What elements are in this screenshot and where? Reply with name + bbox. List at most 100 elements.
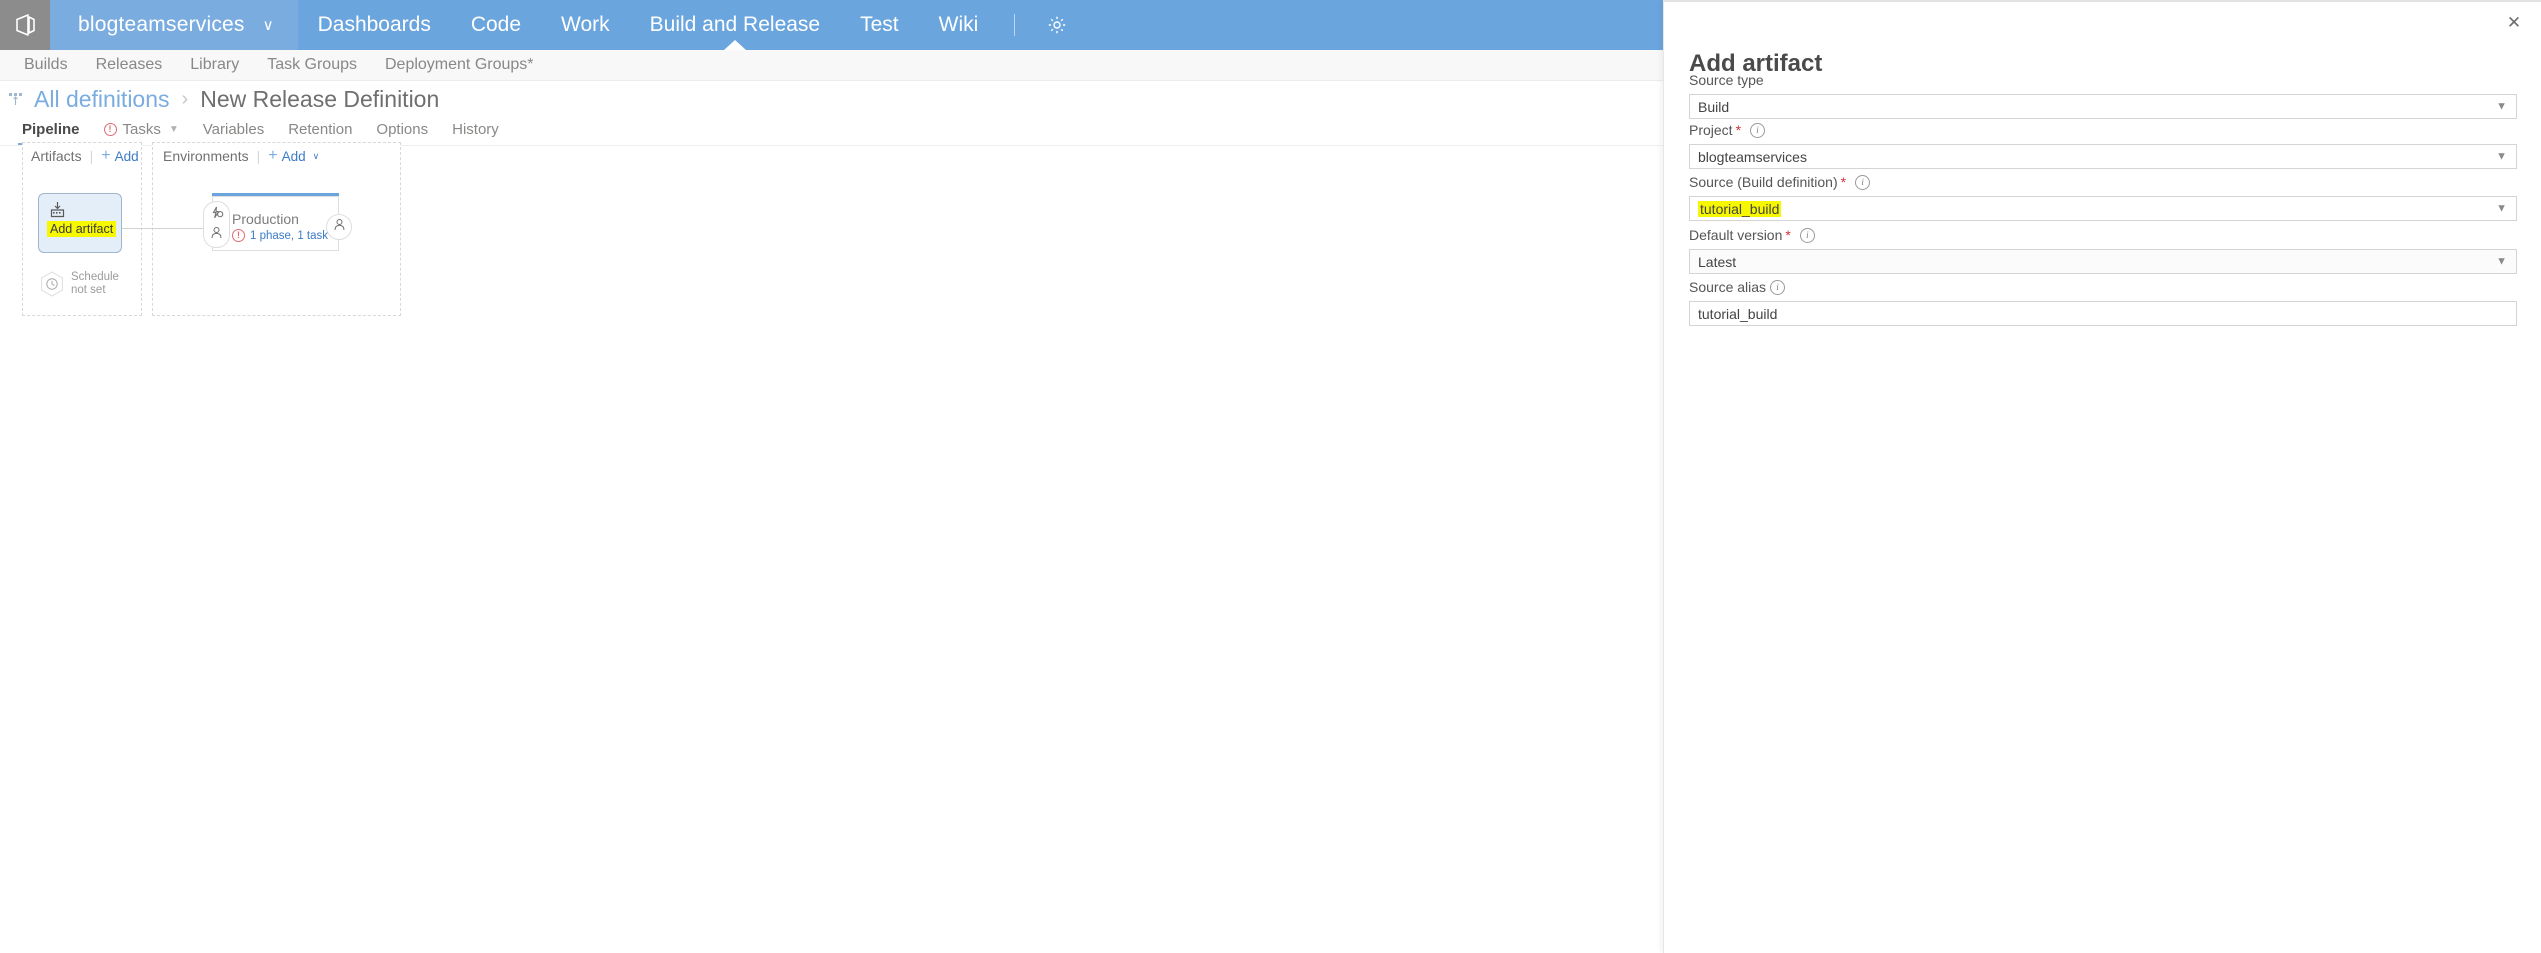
primary-nav: Dashboards Code Work Build and Release T…	[298, 0, 999, 50]
tab-pipeline-label: Pipeline	[22, 121, 80, 138]
nav-item-work[interactable]: Work	[541, 0, 630, 50]
plus-icon[interactable]: +	[101, 148, 110, 164]
nav-item-build-and-release[interactable]: Build and Release	[630, 0, 840, 50]
info-icon[interactable]: i	[1770, 279, 1786, 295]
environment-status-text: 1 phase, 1 task	[250, 229, 328, 242]
tab-history[interactable]: History	[440, 121, 511, 145]
field-source-alias: Source alias i tutorial_build	[1689, 279, 2517, 326]
info-icon[interactable]: i	[1750, 122, 1766, 138]
nav-item-dashboards[interactable]: Dashboards	[298, 0, 451, 50]
environment-status[interactable]: ! 1 phase, 1 task	[232, 229, 328, 242]
environments-divider: |	[256, 148, 261, 164]
source-build-definition-select[interactable]: tutorial_build ▼	[1689, 196, 2517, 221]
source-build-definition-label-text: Source (Build definition)	[1689, 174, 1838, 190]
environments-add-link[interactable]: Add	[282, 149, 306, 164]
required-asterisk: *	[1735, 122, 1742, 138]
chevron-down-icon: ▼	[2496, 202, 2507, 214]
add-artifact-card[interactable]: Add artifact	[38, 193, 122, 253]
subnav-item-deployment-groups[interactable]: Deployment Groups*	[371, 56, 548, 74]
artifacts-title: Artifacts	[31, 148, 82, 164]
chevron-down-icon: ▼	[2496, 255, 2507, 267]
add-artifact-icon	[49, 201, 66, 223]
subnav-item-builds[interactable]: Builds	[10, 56, 82, 74]
project-value: blogteamservices	[1698, 148, 1807, 165]
default-version-select[interactable]: Latest ▼	[1689, 249, 2517, 274]
info-icon[interactable]: i	[1855, 174, 1871, 190]
nav-item-test[interactable]: Test	[840, 0, 919, 50]
schedule-trigger[interactable]: Schedule not set	[40, 271, 119, 297]
required-asterisk: *	[1840, 174, 1847, 190]
tab-history-label: History	[452, 121, 499, 138]
subnav-item-task-groups[interactable]: Task Groups	[253, 56, 371, 74]
environments-title: Environments	[163, 148, 249, 164]
schedule-line2: not set	[71, 284, 106, 296]
warning-icon: !	[232, 229, 245, 242]
page-title: New Release Definition	[200, 85, 440, 112]
source-type-value: Build	[1698, 98, 1730, 115]
panel-top-divider	[1664, 0, 2541, 2]
add-artifact-label: Add artifact	[47, 221, 117, 237]
close-icon[interactable]: ✕	[2501, 9, 2527, 35]
subnav-item-releases[interactable]: Releases	[82, 56, 177, 74]
subnav-item-library[interactable]: Library	[176, 56, 253, 74]
chevron-down-icon: ▼	[168, 124, 179, 135]
artifacts-divider: |	[89, 148, 94, 164]
add-artifact-panel: ✕ Add artifact Source type Build ▼ Proje…	[1663, 0, 2541, 953]
source-type-label: Source type	[1689, 72, 2517, 88]
tab-variables-label: Variables	[202, 121, 265, 138]
project-select[interactable]: blogteamservices ▼	[1689, 144, 2517, 169]
chevron-down-icon: ▼	[2496, 100, 2507, 112]
plus-icon[interactable]: +	[268, 148, 277, 164]
field-source-build-definition: Source (Build definition) * i tutorial_b…	[1689, 174, 2517, 221]
breadcrumb: All definitions › New Release Definition	[0, 81, 1663, 117]
source-type-label-text: Source type	[1689, 72, 1764, 88]
tab-retention-label: Retention	[288, 121, 353, 138]
person-icon	[333, 218, 346, 236]
source-type-select[interactable]: Build ▼	[1689, 94, 2517, 119]
breadcrumb-all-definitions[interactable]: All definitions	[34, 86, 170, 113]
post-deployment-approvers-button[interactable]	[326, 214, 352, 240]
artifact-environment-connector	[122, 228, 207, 229]
pre-deployment-conditions-icon	[210, 206, 224, 224]
source-alias-label-text: Source alias	[1689, 279, 1767, 295]
project-label-text: Project	[1689, 122, 1733, 138]
source-build-definition-label: Source (Build definition) * i	[1689, 174, 2517, 190]
default-version-label: Default version * i	[1689, 227, 2517, 243]
pre-deployment-approvers-icon	[210, 226, 223, 244]
release-pipeline-icon	[8, 91, 24, 107]
chevron-down-icon[interactable]: ∨	[313, 151, 320, 162]
artifacts-header: Artifacts | + Add	[31, 148, 139, 165]
pre-deployment-conditions-button[interactable]	[203, 201, 230, 248]
tab-options-label: Options	[376, 121, 429, 138]
tab-tasks-label: Tasks	[122, 121, 161, 138]
app-logo[interactable]	[0, 0, 50, 50]
source-alias-input[interactable]: tutorial_build	[1689, 301, 2517, 326]
settings-button[interactable]	[1029, 0, 1085, 50]
artifacts-add-link[interactable]: Add	[115, 149, 139, 164]
azure-devops-logo-icon	[14, 13, 36, 37]
chevron-down-icon: ∨	[262, 16, 274, 34]
pipeline-canvas: Artifacts | + Add Environments | + Add ∨	[0, 142, 1663, 953]
nav-item-code[interactable]: Code	[451, 0, 541, 50]
gear-icon	[1047, 15, 1067, 35]
source-alias-label: Source alias i	[1689, 279, 2517, 295]
field-project: Project * i blogteamservices ▼	[1689, 122, 2517, 169]
clock-icon	[40, 271, 64, 297]
source-build-definition-value: tutorial_build	[1698, 200, 1782, 217]
project-name: blogteamservices	[78, 13, 245, 36]
project-label: Project * i	[1689, 122, 2517, 138]
breadcrumb-separator: ›	[181, 87, 189, 110]
required-asterisk: *	[1785, 227, 1791, 243]
environments-header: Environments | + Add ∨	[163, 148, 320, 165]
field-source-type: Source type Build ▼	[1689, 72, 2517, 119]
schedule-line1: Schedule	[71, 271, 119, 283]
source-alias-value: tutorial_build	[1698, 305, 1778, 322]
warning-icon: !	[103, 123, 117, 136]
default-version-value: Latest	[1698, 253, 1737, 270]
project-selector[interactable]: blogteamservices ∨	[50, 0, 298, 50]
field-default-version: Default version * i Latest ▼	[1689, 227, 2517, 274]
nav-divider	[1014, 14, 1016, 36]
nav-item-wiki[interactable]: Wiki	[919, 0, 999, 50]
default-version-label-text: Default version	[1689, 227, 1783, 243]
info-icon[interactable]: i	[1799, 227, 1815, 243]
